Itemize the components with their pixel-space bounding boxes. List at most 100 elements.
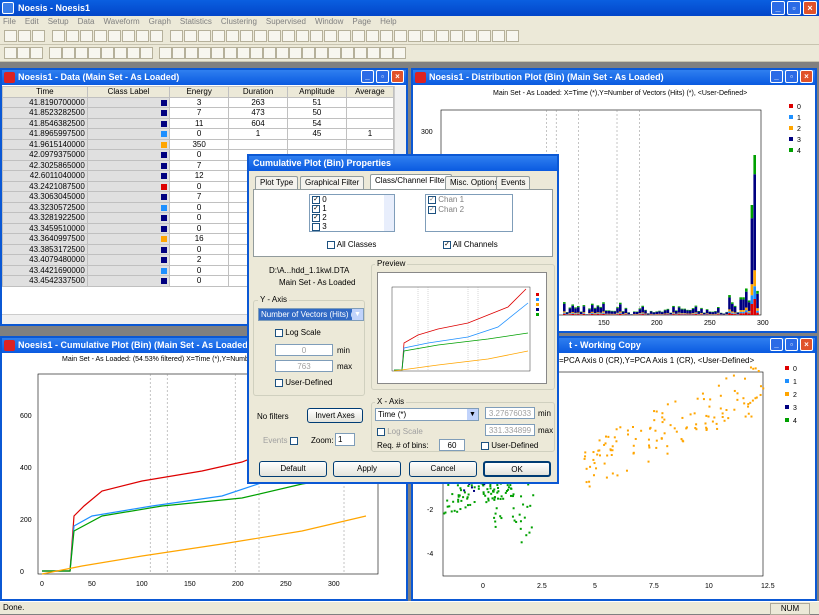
toolbar-button[interactable] bbox=[492, 30, 505, 42]
dist-close-button[interactable]: × bbox=[800, 70, 813, 83]
toolbar-button[interactable] bbox=[250, 47, 263, 59]
toolbar-button[interactable] bbox=[136, 30, 149, 42]
ok-button[interactable]: OK bbox=[483, 461, 551, 477]
toolbar-button[interactable] bbox=[170, 30, 183, 42]
maximize-button[interactable]: ▫ bbox=[787, 1, 801, 15]
toolbar-button[interactable] bbox=[422, 30, 435, 42]
data-close-button[interactable]: × bbox=[391, 70, 404, 83]
toolbar-button[interactable] bbox=[380, 30, 393, 42]
close-button[interactable]: × bbox=[803, 1, 817, 15]
all-classes-check[interactable]: All Classes bbox=[327, 240, 376, 249]
class-checkbox[interactable] bbox=[312, 223, 320, 231]
table-row[interactable]: 41.9615140000350 bbox=[3, 139, 394, 150]
toolbar-button[interactable] bbox=[450, 30, 463, 42]
menu-clustering[interactable]: Clustering bbox=[221, 16, 257, 28]
toolbar-button[interactable] bbox=[30, 47, 43, 59]
y-log-scale[interactable]: Log Scale bbox=[275, 328, 321, 337]
toolbar-button[interactable] bbox=[478, 30, 491, 42]
x-axis-select[interactable]: Time (*)▼ bbox=[375, 408, 479, 421]
channel-checkbox[interactable]: ✓ bbox=[428, 196, 436, 204]
toolbar-button[interactable] bbox=[436, 30, 449, 42]
toolbar-button[interactable] bbox=[302, 47, 315, 59]
toolbar-button[interactable] bbox=[198, 47, 211, 59]
data-min-button[interactable]: _ bbox=[361, 70, 374, 83]
toolbar-button[interactable] bbox=[464, 30, 477, 42]
x-log-scale[interactable]: Log Scale bbox=[377, 427, 423, 436]
y-max-input[interactable]: 763 bbox=[275, 360, 333, 372]
toolbar-button[interactable] bbox=[237, 47, 250, 59]
toolbar-button[interactable] bbox=[140, 47, 153, 59]
menu-data[interactable]: Data bbox=[78, 16, 95, 28]
toolbar-button[interactable] bbox=[367, 47, 380, 59]
y-min-input[interactable]: 0 bbox=[275, 344, 333, 356]
toolbar-button[interactable] bbox=[328, 47, 341, 59]
toolbar-button[interactable] bbox=[282, 30, 295, 42]
toolbar-button[interactable] bbox=[101, 47, 114, 59]
toolbar-button[interactable] bbox=[254, 30, 267, 42]
table-row[interactable]: 41.8190700000326351 bbox=[3, 97, 394, 108]
class-checkbox[interactable]: ✓ bbox=[312, 196, 320, 204]
column-header[interactable]: Energy bbox=[170, 87, 229, 98]
toolbar-button[interactable] bbox=[394, 30, 407, 42]
apply-button[interactable]: Apply bbox=[333, 461, 401, 477]
minimize-button[interactable]: _ bbox=[771, 1, 785, 15]
class-item-2[interactable]: ✓ 2 bbox=[310, 213, 394, 222]
dist-min-button[interactable]: _ bbox=[770, 70, 783, 83]
channel-item-1[interactable]: ✓ Chan 1 bbox=[426, 195, 512, 205]
menu-file[interactable]: File bbox=[3, 16, 16, 28]
menu-page[interactable]: Page bbox=[352, 16, 371, 28]
class-list-scrollbar[interactable] bbox=[384, 195, 394, 232]
scatter-min-button[interactable]: _ bbox=[770, 338, 783, 351]
toolbar-button[interactable] bbox=[4, 47, 17, 59]
toolbar-button[interactable] bbox=[108, 30, 121, 42]
toolbar-button[interactable] bbox=[32, 30, 45, 42]
x-user-defined[interactable]: User-Defined bbox=[481, 441, 538, 450]
toolbar-button[interactable] bbox=[17, 47, 30, 59]
scatter-close-button[interactable]: × bbox=[800, 338, 813, 351]
toolbar-button[interactable] bbox=[66, 30, 79, 42]
channel-item-2[interactable]: ✓ Chan 2 bbox=[426, 205, 512, 215]
tab-misc-options[interactable]: Misc. Options bbox=[445, 176, 503, 189]
class-item-3[interactable]: 3 bbox=[310, 222, 394, 231]
channel-list[interactable]: ✓ Chan 1 ✓ Chan 2 bbox=[425, 194, 513, 232]
toolbar-button[interactable] bbox=[150, 30, 163, 42]
toolbar-button[interactable] bbox=[296, 30, 309, 42]
toolbar-button[interactable] bbox=[198, 30, 211, 42]
toolbar-button[interactable] bbox=[315, 47, 328, 59]
tab-graphical-filter[interactable]: Graphical Filter bbox=[300, 176, 364, 189]
toolbar-button[interactable] bbox=[324, 30, 337, 42]
y-axis-select[interactable]: Number of Vectors (Hits) (*▼ bbox=[258, 308, 364, 321]
toolbar-button[interactable] bbox=[75, 47, 88, 59]
class-checkbox[interactable]: ✓ bbox=[312, 214, 320, 222]
column-header[interactable]: Duration bbox=[229, 87, 288, 98]
toolbar-button[interactable] bbox=[62, 47, 75, 59]
zoom-input[interactable]: 1 bbox=[335, 433, 355, 446]
menu-edit[interactable]: Edit bbox=[25, 16, 39, 28]
invert-axes-button[interactable]: Invert Axes bbox=[307, 408, 363, 423]
column-header[interactable]: Class Label bbox=[87, 87, 169, 98]
column-header[interactable]: Amplitude bbox=[287, 87, 346, 98]
x-min-input[interactable]: 3.27676033 bbox=[485, 407, 535, 419]
toolbar-button[interactable] bbox=[289, 47, 302, 59]
toolbar-button[interactable] bbox=[88, 47, 101, 59]
default-button[interactable]: Default bbox=[259, 461, 327, 477]
toolbar-button[interactable] bbox=[4, 30, 17, 42]
class-item-1[interactable]: ✓ 1 bbox=[310, 204, 394, 213]
column-header[interactable]: Average bbox=[346, 87, 393, 98]
toolbar-button[interactable] bbox=[94, 30, 107, 42]
class-list[interactable]: ✓ 0 ✓ 1 ✓ 2 3 bbox=[309, 194, 395, 232]
toolbar-button[interactable] bbox=[276, 47, 289, 59]
data-max-button[interactable]: ▫ bbox=[376, 70, 389, 83]
toolbar-button[interactable] bbox=[52, 30, 65, 42]
toolbar-button[interactable] bbox=[366, 30, 379, 42]
toolbar-button[interactable] bbox=[49, 47, 62, 59]
toolbar-button[interactable] bbox=[122, 30, 135, 42]
tab-class-channel-filter[interactable]: Class/Channel Filter bbox=[370, 174, 452, 189]
cancel-button[interactable]: Cancel bbox=[409, 461, 477, 477]
toolbar-button[interactable] bbox=[127, 47, 140, 59]
class-checkbox[interactable]: ✓ bbox=[312, 205, 320, 213]
toolbar-button[interactable] bbox=[240, 30, 253, 42]
menu-window[interactable]: Window bbox=[315, 16, 343, 28]
toolbar-button[interactable] bbox=[18, 30, 31, 42]
tab-plot-type[interactable]: Plot Type bbox=[255, 176, 298, 189]
